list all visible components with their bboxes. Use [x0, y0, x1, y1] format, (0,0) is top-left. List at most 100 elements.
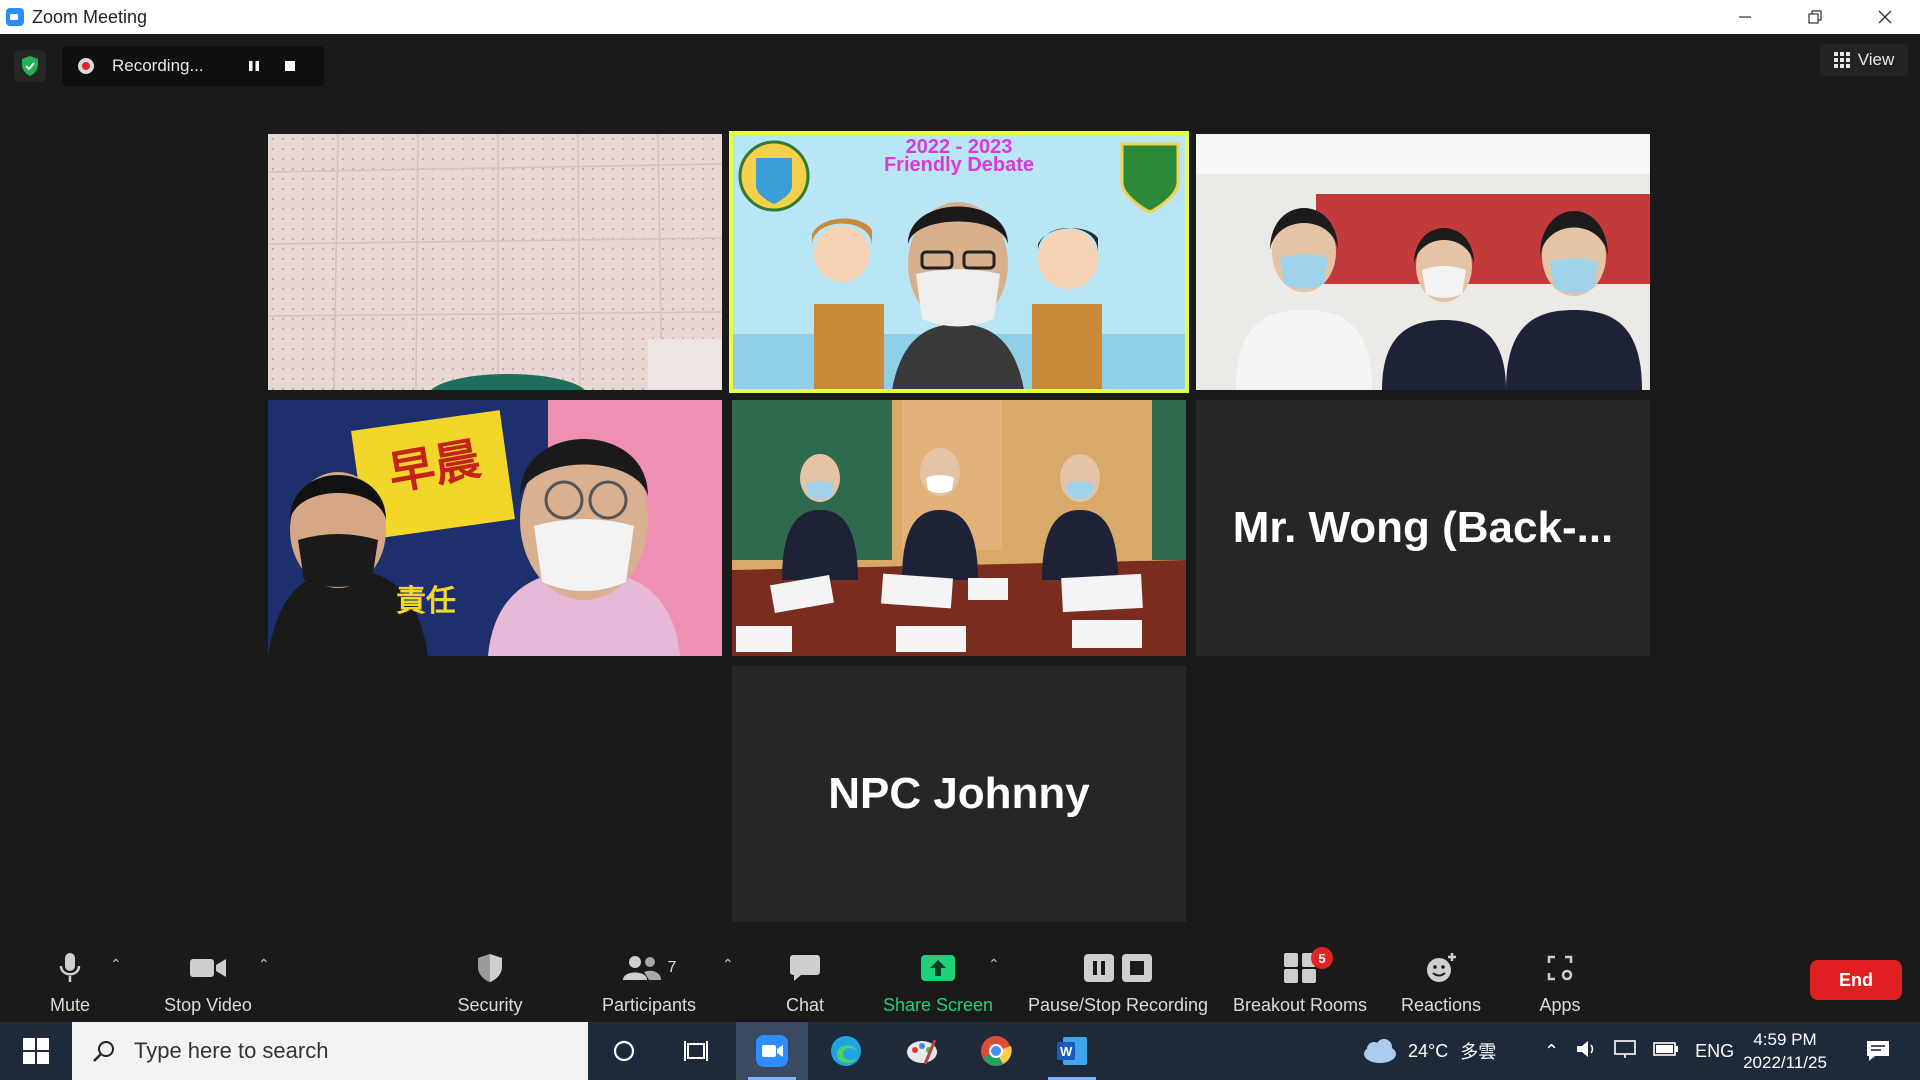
taskbar-search-box[interactable]: Type here to search — [72, 1022, 588, 1080]
clock-date: 2022/11/25 — [1743, 1053, 1827, 1072]
taskbar-word-app[interactable]: W — [1036, 1022, 1108, 1080]
clock-time: 4:59 PM — [1753, 1030, 1817, 1049]
task-view-button[interactable] — [660, 1022, 732, 1080]
apps-button[interactable]: Apps — [1532, 940, 1588, 1022]
video-tile-3[interactable] — [1196, 134, 1650, 390]
taskbar-chrome-app[interactable] — [960, 1022, 1032, 1080]
search-icon — [93, 1041, 114, 1062]
meeting-toolbar: Mute ⌃ Stop Video ⌃ Security 7 Participa… — [0, 940, 1920, 1022]
participants-button[interactable]: 7 Participants — [594, 940, 704, 1022]
participants-label: Participants — [601, 995, 697, 1015]
cortana-button[interactable] — [588, 1022, 660, 1080]
windows-logo-icon — [23, 1038, 49, 1064]
banner-title: Friendly Debate — [883, 154, 1035, 176]
cortana-circle-icon — [613, 1040, 635, 1062]
window-title: Zoom Meeting — [32, 6, 148, 27]
breakout-rooms-icon: 5 — [1283, 947, 1333, 987]
chevron-up-icon[interactable]: ⌃ — [1544, 1041, 1559, 1062]
breakout-rooms-label: Breakout Rooms — [1232, 995, 1368, 1015]
system-tray: ⌃ ENG — [1544, 1022, 1734, 1080]
meeting-area: Recording... View 2022 - 2023 Friendly D… — [0, 34, 1920, 940]
taskbar-edge-app[interactable] — [810, 1022, 882, 1080]
paint-icon — [907, 1039, 937, 1065]
reactions-label: Reactions — [1400, 995, 1482, 1015]
weather-widget[interactable]: 24°C 多雲 — [1360, 1022, 1496, 1080]
mute-label: Mute — [49, 995, 91, 1015]
zoom-app-icon — [6, 8, 24, 26]
restore-button[interactable] — [1780, 0, 1850, 34]
video-tile-1[interactable] — [268, 134, 722, 390]
pause-stop-recording-button[interactable]: Pause/Stop Recording — [1020, 940, 1216, 1022]
chat-label: Chat — [785, 995, 825, 1015]
breakout-rooms-badge: 5 — [1311, 947, 1333, 969]
encryption-shield-icon[interactable] — [14, 50, 46, 82]
windows-taskbar: Type here to search W 24°C 多雲 ⌃ ENG 4:59… — [0, 1022, 1920, 1080]
participant-name: NPC Johnny — [828, 769, 1090, 818]
svg-text:W: W — [1060, 1044, 1073, 1059]
mute-button[interactable]: Mute — [40, 940, 100, 1022]
cloud-icon — [1364, 1039, 1396, 1063]
recording-indicator: Recording... — [62, 46, 324, 86]
weather-desc: 多雲 — [1460, 1042, 1497, 1062]
grid-icon — [1833, 52, 1850, 68]
window-controls — [1710, 0, 1920, 34]
backdrop-characters-2: 責任 — [396, 585, 456, 618]
weather-temp: 24°C — [1408, 1040, 1449, 1061]
share-screen-icon — [920, 949, 956, 987]
share-screen-label: Share Screen — [882, 995, 994, 1015]
minimize-button[interactable] — [1710, 0, 1780, 34]
participants-options-chevron-icon[interactable]: ⌃ — [722, 956, 734, 973]
battery-icon[interactable] — [1653, 1041, 1679, 1062]
view-label: View — [1857, 50, 1895, 69]
window-titlebar: Zoom Meeting — [0, 0, 1920, 34]
microphone-icon — [58, 949, 82, 987]
chat-bubble-icon — [789, 949, 821, 987]
pause-stop-recording-icon — [1083, 949, 1153, 987]
stop-video-button[interactable]: Stop Video — [156, 940, 260, 1022]
close-button[interactable] — [1850, 0, 1920, 34]
reactions-button[interactable]: Reactions — [1398, 940, 1484, 1022]
security-button[interactable]: Security — [450, 940, 530, 1022]
taskbar-clock[interactable]: 4:59 PM 2022/11/25 — [1730, 1028, 1840, 1074]
stop-video-label: Stop Video — [164, 995, 252, 1015]
search-placeholder: Type here to search — [134, 1038, 329, 1063]
video-tile-5[interactable] — [732, 400, 1186, 656]
apps-icon — [1545, 949, 1575, 987]
video-tile-4[interactable]: 早晨 責任 — [268, 400, 722, 656]
windows-start-button[interactable] — [0, 1022, 72, 1080]
breakout-rooms-button[interactable]: 5 Breakout Rooms — [1228, 940, 1372, 1022]
language-indicator[interactable]: ENG — [1695, 1041, 1734, 1062]
view-button[interactable]: View — [1820, 44, 1908, 76]
chrome-icon — [981, 1036, 1012, 1066]
participants-icon: 7 — [622, 949, 676, 987]
smiley-plus-icon — [1424, 949, 1458, 987]
video-tile-name-mr-wong[interactable]: Mr. Wong (Back-... — [1196, 400, 1650, 656]
notification-message-icon — [1867, 1041, 1889, 1061]
share-screen-button[interactable]: Share Screen — [876, 940, 1000, 1022]
apps-label: Apps — [1539, 995, 1581, 1015]
chat-button[interactable]: Chat — [775, 940, 835, 1022]
mute-options-chevron-icon[interactable]: ⌃ — [110, 956, 122, 973]
participant-name: Mr. Wong (Back-... — [1232, 503, 1614, 552]
video-tile-name-npc-johnny[interactable]: NPC Johnny — [732, 666, 1186, 922]
video-feed-students — [1196, 134, 1650, 390]
debate-banner: 2022 - 2023 Friendly Debate — [732, 137, 1186, 176]
video-options-chevron-icon[interactable]: ⌃ — [258, 956, 270, 973]
shield-icon — [475, 949, 505, 987]
notifications-button[interactable] — [1842, 1022, 1914, 1080]
stop-recording-button[interactable] — [276, 52, 304, 80]
taskbar-paint-app[interactable] — [886, 1022, 958, 1080]
pause-recording-button[interactable] — [240, 52, 268, 80]
taskbar-zoom-app[interactable] — [736, 1022, 808, 1080]
network-icon[interactable] — [1613, 1039, 1637, 1064]
word-icon: W — [1057, 1037, 1087, 1065]
video-feed-wall — [268, 134, 722, 390]
volume-icon[interactable] — [1575, 1039, 1597, 1064]
share-options-chevron-icon[interactable]: ⌃ — [988, 956, 1000, 973]
recording-dot-icon — [78, 58, 94, 74]
video-tile-active-speaker[interactable]: 2022 - 2023 Friendly Debate — [729, 131, 1189, 393]
end-meeting-button[interactable]: End — [1810, 960, 1902, 1000]
security-label: Security — [457, 995, 523, 1015]
video-feed-debate-team — [732, 400, 1186, 656]
edge-icon — [831, 1036, 861, 1066]
